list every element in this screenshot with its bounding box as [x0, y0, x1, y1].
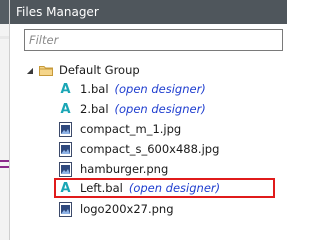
tree-item-1-bal[interactable]: A 1.bal (open designer) [59, 79, 206, 99]
gutter-mark [0, 160, 9, 162]
gutter-top [0, 0, 9, 24]
filter-box[interactable] [24, 29, 283, 51]
panel-title: Files Manager [10, 0, 287, 24]
filter-input[interactable] [29, 33, 282, 47]
open-designer-link[interactable]: (open designer) [129, 181, 220, 195]
group-label: Default Group [59, 63, 140, 77]
layout-icon: A [60, 81, 71, 97]
collapse-caret-icon[interactable]: ◢ [25, 64, 35, 76]
tree-item-left-bal[interactable]: A Left.bal (open designer) [59, 178, 220, 198]
file-label: logo200x27.png [80, 202, 174, 216]
layout-icon: A [60, 180, 71, 196]
file-label: 1.bal [80, 82, 109, 96]
image-file-icon [59, 141, 72, 157]
file-label: Left.bal [80, 181, 123, 195]
folder-icon [39, 65, 53, 76]
image-file-icon [59, 161, 72, 177]
layout-icon: A [60, 101, 71, 117]
image-file-icon [59, 121, 72, 137]
file-label: compact_m_1.jpg [80, 122, 182, 136]
tree-item-hamburger[interactable]: hamburger.png [59, 159, 168, 179]
file-label: hamburger.png [80, 162, 169, 176]
gutter-mark [0, 36, 9, 39]
image-file-icon [59, 201, 72, 217]
left-gutter [0, 0, 10, 240]
file-label: compact_s_600x488.jpg [80, 142, 220, 156]
filter-wrap [10, 24, 287, 51]
tree-item-compact-m-1[interactable]: compact_m_1.jpg [59, 119, 181, 139]
file-label: 2.bal [80, 102, 109, 116]
open-designer-link[interactable]: (open designer) [115, 102, 206, 116]
tree-group-default[interactable]: ◢ Default Group [25, 60, 140, 80]
tree-item-2-bal[interactable]: A 2.bal (open designer) [59, 99, 206, 119]
open-designer-link[interactable]: (open designer) [115, 82, 206, 96]
tree-item-logo[interactable]: logo200x27.png [59, 199, 174, 219]
gutter-mark [0, 166, 9, 168]
tree-item-compact-s[interactable]: compact_s_600x488.jpg [59, 139, 219, 159]
